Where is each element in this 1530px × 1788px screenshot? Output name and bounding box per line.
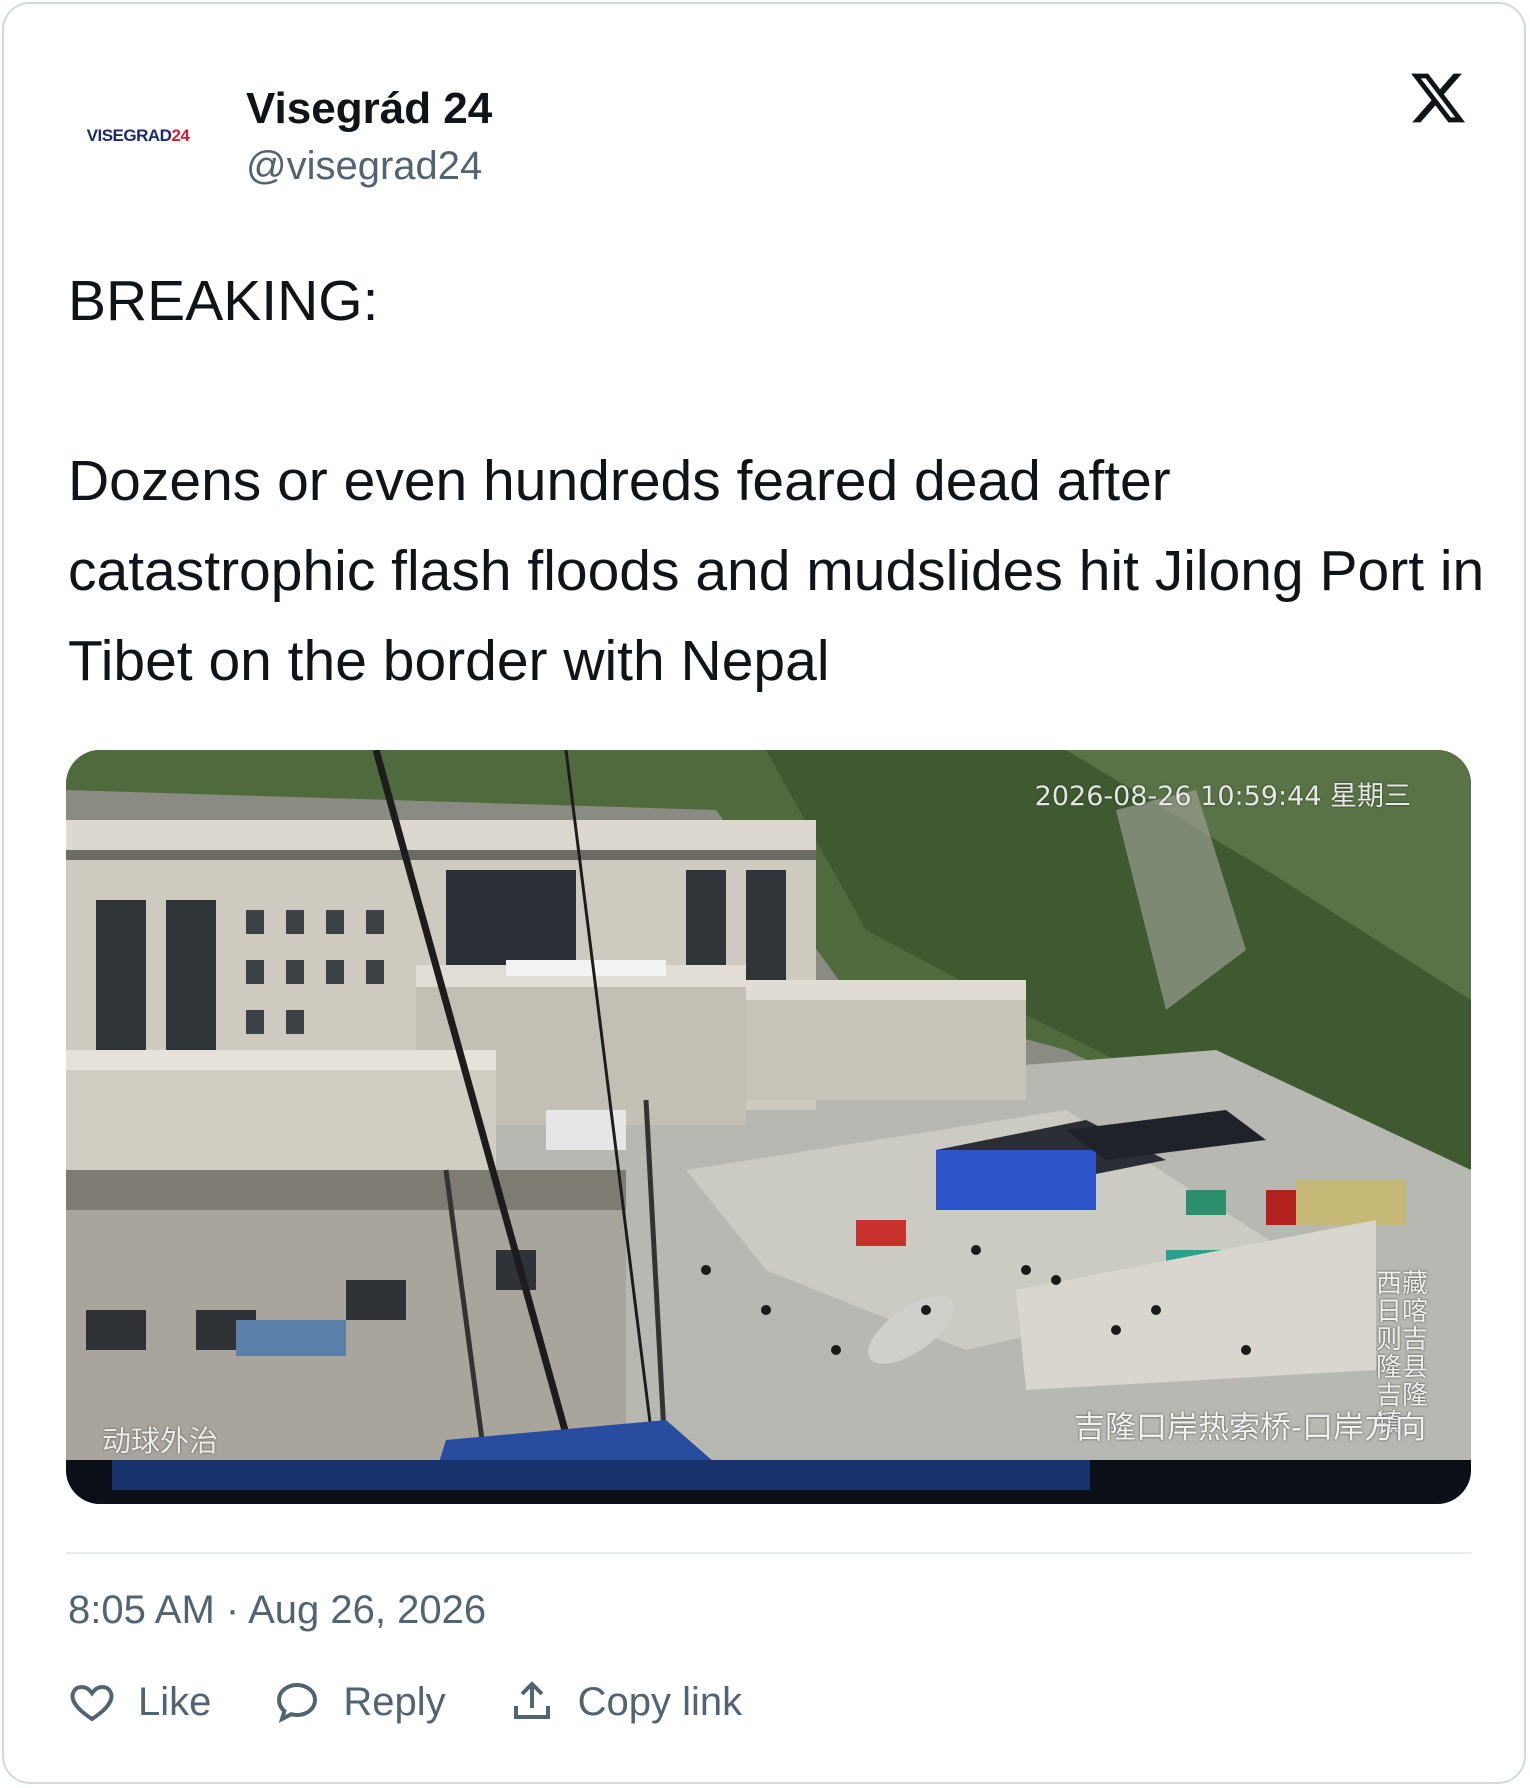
author-handle[interactable]: @visegrad24: [246, 144, 482, 189]
camera-label-left: 动球外治: [102, 1424, 219, 1458]
cctv-scene-image: [66, 750, 1471, 1504]
tweet-card: VISEGRAD 24 Visegrád 24 @visegrad24 BREAK…: [2, 2, 1526, 1784]
x-logo-icon[interactable]: [1408, 68, 1468, 128]
heart-icon: [70, 1684, 114, 1722]
tweet-actions: Like Reply Copy link: [68, 1672, 804, 1732]
tweet-timestamp[interactable]: 8:05 AM · Aug 26, 2026: [68, 1588, 486, 1633]
share-icon: [513, 1681, 550, 1719]
copy-link-label: Copy link: [577, 1679, 743, 1724]
video-progress-fill: [112, 1460, 1090, 1490]
camera-label-right: 吉隆口岸热索桥-口岸方向: [1074, 1410, 1427, 1446]
like-button[interactable]: Like: [68, 1678, 211, 1726]
tweet-text-line1: BREAKING:: [68, 269, 379, 333]
reply-label: Reply: [343, 1679, 446, 1724]
reply-button[interactable]: Reply: [273, 1678, 446, 1726]
copy-link-button[interactable]: Copy link: [508, 1678, 743, 1726]
tweet-text: BREAKING: Dozens or even hundreds feared…: [68, 256, 1488, 706]
avatar-number: 24: [171, 126, 190, 145]
author-name[interactable]: Visegrád 24: [246, 84, 492, 134]
avatar-text: VISEGRAD: [86, 126, 172, 145]
reply-icon: [277, 1682, 318, 1723]
camera-timestamp: 2026-08-26 10:59:44 星期三: [1034, 781, 1411, 812]
video-progress-bar: [66, 1460, 1471, 1504]
like-label: Like: [138, 1679, 212, 1724]
avatar[interactable]: VISEGRAD 24: [66, 94, 210, 178]
divider: [66, 1552, 1471, 1554]
tweet-media-image[interactable]: 2026-08-26 10:59:44 星期三 动球外治 西藏日喀则吉隆县吉隆镇…: [66, 750, 1471, 1504]
tweet-text-line2: Dozens or even hundreds feared dead afte…: [68, 449, 1485, 693]
